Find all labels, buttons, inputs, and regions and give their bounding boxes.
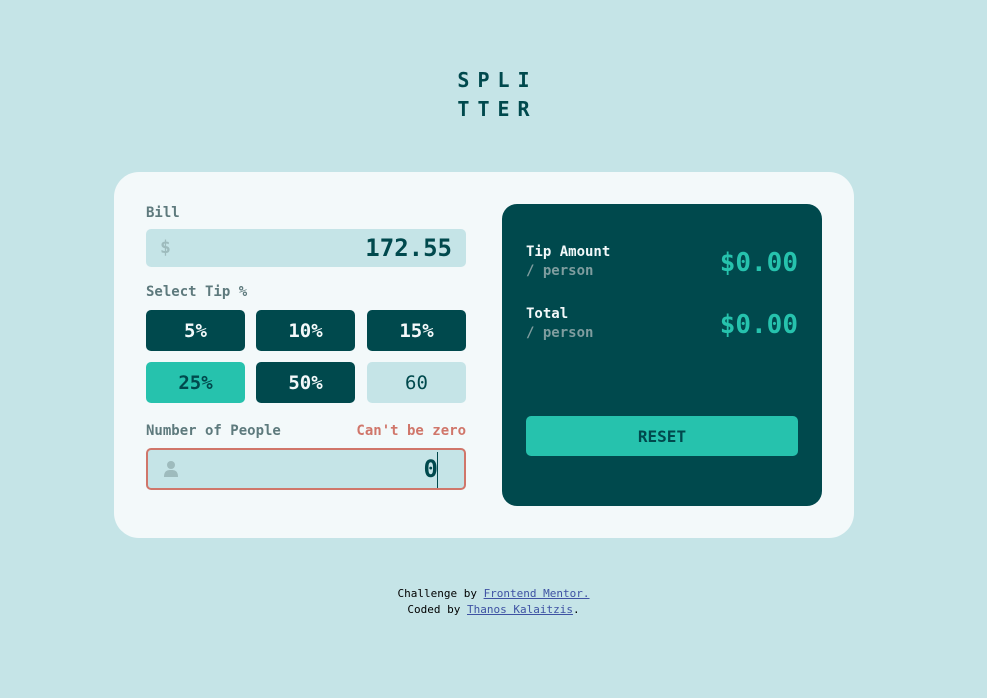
total-per-person: / person bbox=[526, 325, 594, 341]
tip-button-5[interactable]: 5% bbox=[146, 310, 245, 351]
text-caret bbox=[437, 452, 438, 488]
tip-amount-value: $0.00 bbox=[719, 248, 798, 278]
app-logo: SPLI TTER bbox=[0, 66, 987, 124]
person-icon bbox=[164, 461, 178, 477]
people-value[interactable]: 0 bbox=[424, 455, 438, 483]
frontend-mentor-link[interactable]: Frontend Mentor. bbox=[484, 587, 590, 600]
people-input[interactable]: 0 bbox=[146, 448, 466, 490]
tip-button-25[interactable]: 25% bbox=[146, 362, 245, 403]
reset-button[interactable]: RESET bbox=[526, 416, 798, 456]
bill-input[interactable]: $ 172.55 bbox=[146, 229, 466, 267]
logo-line-2: TTER bbox=[457, 97, 538, 121]
footer-period: . bbox=[572, 603, 580, 616]
dollar-icon: $ bbox=[160, 237, 171, 258]
bill-label: Bill bbox=[146, 205, 180, 221]
tip-button-10[interactable]: 10% bbox=[256, 310, 355, 351]
footer-line-2: Coded by Thanos Kalaitzis. bbox=[0, 603, 987, 616]
results-panel: Tip Amount / person $0.00 Total / person… bbox=[502, 204, 822, 506]
select-tip-label: Select Tip % bbox=[146, 284, 248, 300]
footer-line-1: Challenge by Frontend Mentor. bbox=[0, 587, 987, 600]
tip-button-50[interactable]: 50% bbox=[256, 362, 355, 403]
total-value: $0.00 bbox=[719, 310, 798, 340]
people-label: Number of People bbox=[146, 423, 281, 439]
footer-challenge-text: Challenge by bbox=[397, 587, 484, 600]
calculator-card: Bill $ 172.55 Select Tip % 5% 10% 15% 25… bbox=[114, 172, 854, 538]
tip-button-15[interactable]: 15% bbox=[367, 310, 466, 351]
people-error-message: Can't be zero bbox=[356, 423, 466, 439]
total-title: Total bbox=[526, 306, 569, 322]
custom-tip-input[interactable]: 60 bbox=[367, 362, 466, 403]
bill-value[interactable]: 172.55 bbox=[365, 234, 452, 262]
footer-coded-text: Coded by bbox=[407, 603, 467, 616]
tip-amount-title: Tip Amount bbox=[526, 244, 611, 260]
tip-amount-per-person: / person bbox=[526, 263, 594, 279]
author-link[interactable]: Thanos Kalaitzis bbox=[467, 603, 573, 616]
logo-line-1: SPLI bbox=[457, 68, 538, 92]
